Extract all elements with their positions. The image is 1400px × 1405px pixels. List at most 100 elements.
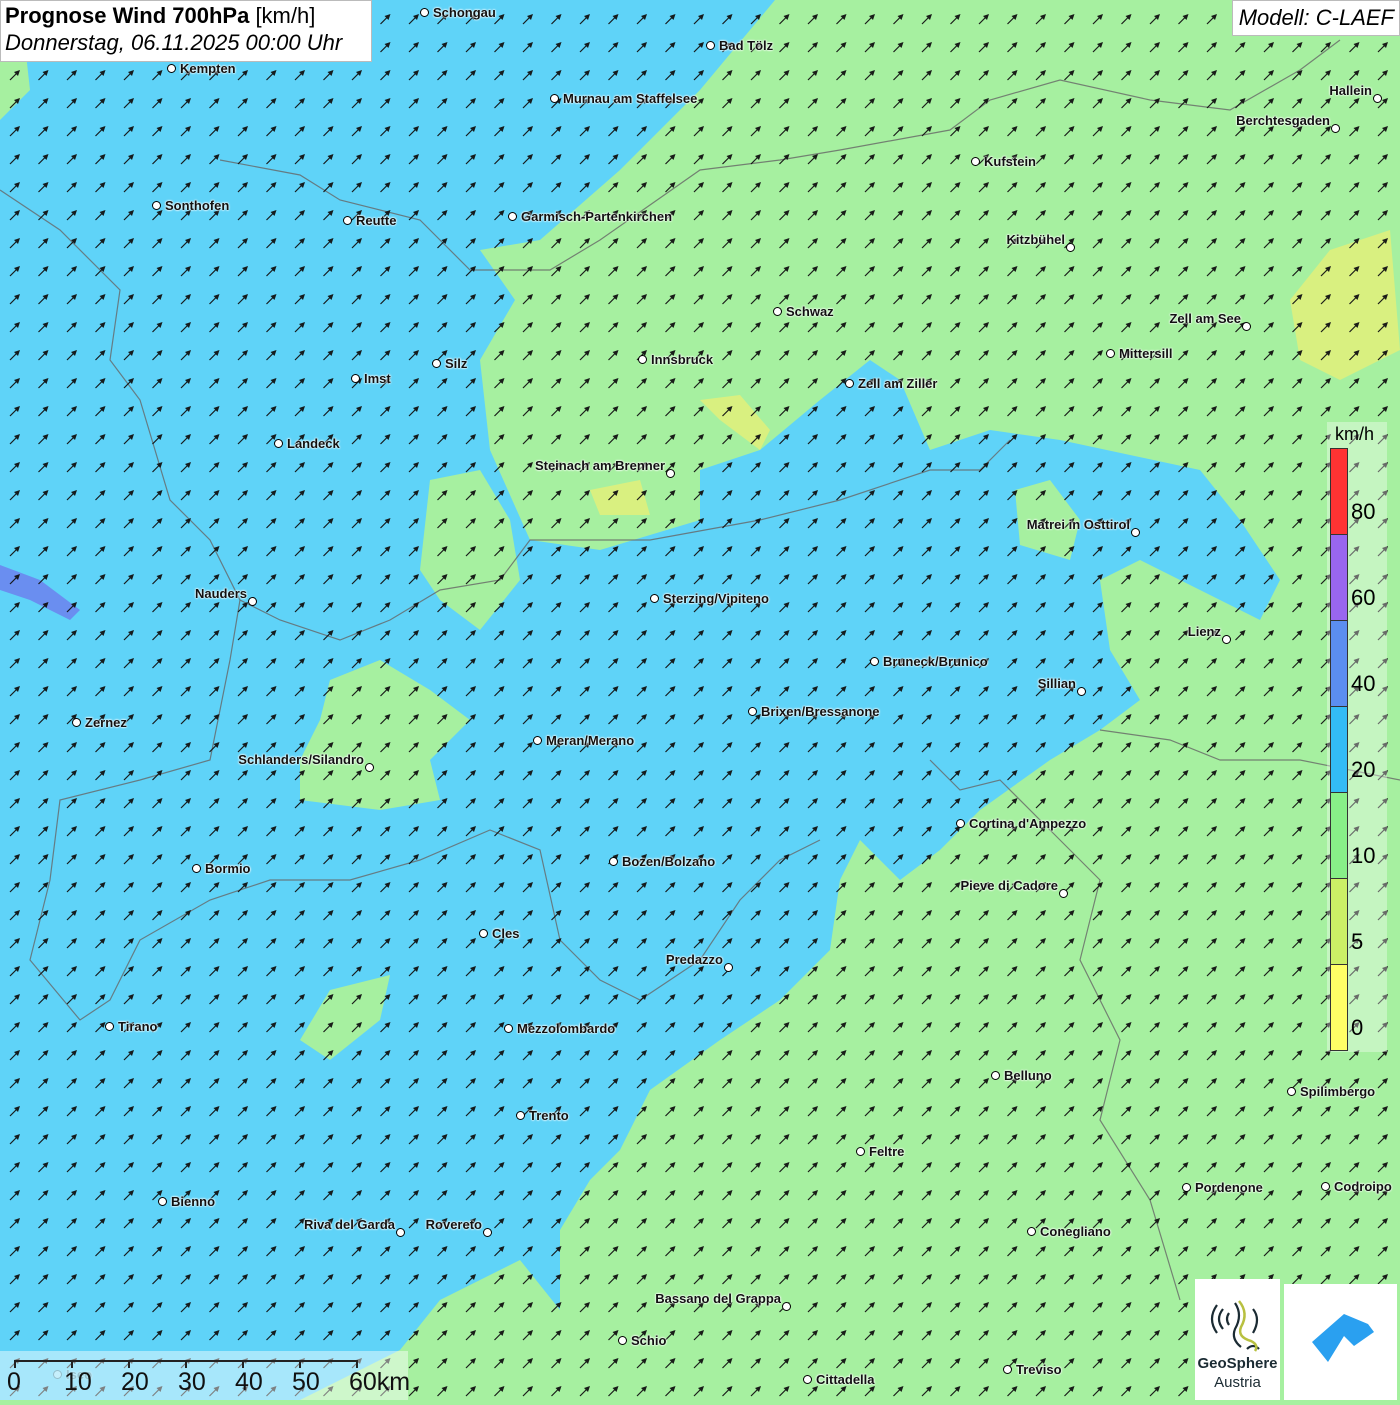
scale-label: 0 [7,1368,21,1396]
city-label: Bozen/Bolzano [622,854,716,869]
city-label: Garmisch-Partenkirchen [521,209,673,224]
city-marker [618,1336,627,1345]
app-logo[interactable] [1284,1284,1397,1400]
city-marker [504,1024,513,1033]
city-marker [274,439,283,448]
city-label: Treviso [1016,1362,1062,1377]
city-marker [1059,889,1068,898]
city-marker [956,819,965,828]
city-label: Sonthofen [165,198,230,213]
city-marker [609,857,618,866]
title-unit: [km/h] [255,3,316,28]
legend-color-band [1330,878,1348,965]
city-label: Predazzo [665,952,723,967]
city-label: Schio [631,1333,667,1348]
city-label: Bormio [205,861,251,876]
city-label: Zell am See [1169,311,1241,326]
city-label: Schongau [433,5,496,20]
city-marker [773,307,782,316]
scale-tick [242,1360,244,1368]
city-label: Bruneck/Brunico [883,654,988,669]
city-label: Innsbruck [651,352,714,367]
city-label: Hallein [1329,83,1372,98]
city-marker [167,64,176,73]
city-label: Berchtesgaden [1236,113,1330,128]
title-main: Prognose Wind 700hPa [5,3,250,28]
city-marker [1182,1183,1191,1192]
city-marker [396,1228,405,1237]
city-label: Zell am Ziller [858,376,938,391]
legend-tick-label: 0 [1351,1015,1364,1040]
city-marker [845,379,854,388]
city-marker [1373,94,1382,103]
scale-tick [185,1360,187,1368]
color-legend: km/h 0 5 10 20 40 60 80 [1327,422,1387,1052]
city-label: Mittersill [1119,346,1173,361]
city-marker [152,201,161,210]
city-marker [1321,1182,1330,1191]
city-label: Pordenone [1195,1180,1263,1195]
city-label: Codroipo [1334,1179,1392,1194]
city-label: Kufstein [984,154,1036,169]
geosphere-country: Austria [1214,1374,1261,1391]
legend-color-band [1330,620,1348,707]
city-marker [351,374,360,383]
city-label: Schwaz [786,304,834,319]
city-marker [479,929,488,938]
city-label: Riva del Garda [303,1217,395,1232]
city-marker [748,707,757,716]
city-marker [1027,1227,1036,1236]
scale-tick [299,1360,301,1368]
title-box: Prognose Wind 700hPa [km/h] Donnerstag, … [0,0,372,62]
city-marker [508,212,517,221]
city-label: Nauders [194,586,247,601]
city-label: Matrei in Osttirol [1026,517,1130,532]
city-label: Mezzolombardo [517,1021,616,1036]
city-label: Spilimbergo [1300,1084,1376,1099]
city-marker [1003,1365,1012,1374]
scale-label: 10 [64,1368,92,1396]
legend-color-band [1330,792,1348,879]
model-label: Modell: C-LAEF [1231,0,1400,36]
city-label: Murnau am Staffelsee [563,91,698,106]
city-label: Pieve di Cadore [960,878,1058,893]
city-label: Feltre [869,1144,905,1159]
legend-color-band [1330,964,1348,1051]
forecast-datetime: Donnerstag, 06.11.2025 00:00 Uhr [5,30,343,55]
city-marker [72,718,81,727]
scale-bar: 0 10 20 30 40 50 60km [0,1351,410,1400]
city-marker [105,1022,114,1031]
city-marker [706,41,715,50]
legend-unit: km/h [1335,424,1375,444]
city-marker [1066,243,1075,252]
city-label: Meran/Merano [546,733,635,748]
city-marker [365,763,374,772]
scale-label: 50 [292,1368,320,1396]
geosphere-logo[interactable]: GeoSphere Austria [1195,1279,1280,1400]
city-label: Bassano del Grappa [655,1291,781,1306]
app-logo-icon [1312,1314,1374,1362]
city-label: Imst [364,371,391,386]
city-label: Bad Tölz [719,38,774,53]
city-marker [483,1228,492,1237]
city-marker [856,1147,865,1156]
city-label: Cles [492,926,520,941]
city-label: Brixen/Bressanone [761,704,880,719]
city-marker [782,1302,791,1311]
city-marker [343,216,352,225]
city-label: Silz [445,356,468,371]
city-marker [248,597,257,606]
city-marker [803,1375,812,1384]
city-marker [1077,687,1086,696]
city-marker [971,157,980,166]
scale-label: 20 [121,1368,149,1396]
legend-tick-label: 40 [1351,671,1376,696]
city-marker [1287,1087,1296,1096]
scale-label: 40 [235,1368,263,1396]
city-label: Steinach am Brenner [534,458,665,473]
city-label: Lienz [1187,624,1221,639]
city-label: Landeck [287,436,340,451]
city-marker [724,963,733,972]
city-marker [192,864,201,873]
city-marker [1106,349,1115,358]
